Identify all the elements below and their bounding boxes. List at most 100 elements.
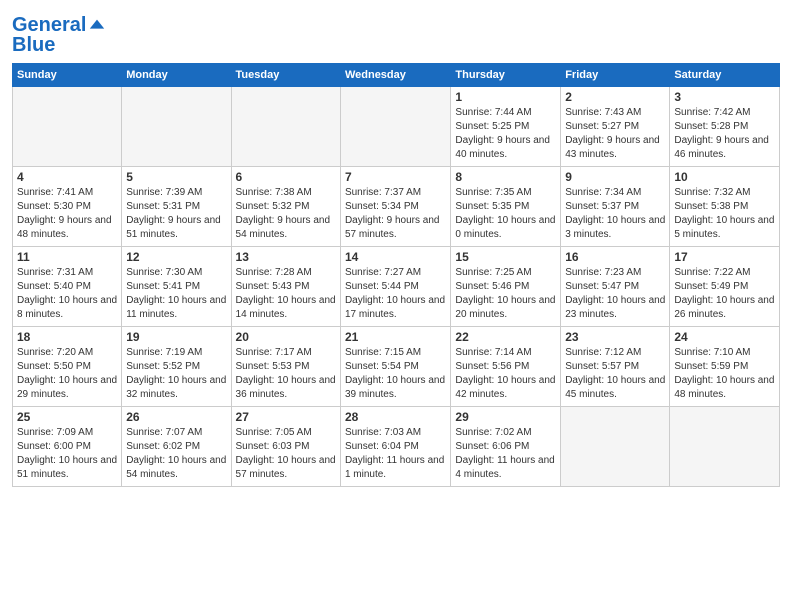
week-row-4: 18 Sunrise: 7:20 AM Sunset: 5:50 PM Dayli… (13, 327, 780, 407)
day-info: Sunrise: 7:41 AM Sunset: 5:30 PM Dayligh… (17, 186, 117, 242)
day-cell: 13 Sunrise: 7:28 AM Sunset: 5:43 PM Dayli… (231, 247, 340, 327)
day-number: 15 (455, 250, 556, 264)
day-info: Sunrise: 7:43 AM Sunset: 5:27 PM Dayligh… (565, 106, 665, 162)
day-cell: 12 Sunrise: 7:30 AM Sunset: 5:41 PM Dayli… (122, 247, 231, 327)
day-cell: 7Sunrise: 7:37 AM Sunset: 5:34 PM Daylig… (340, 167, 450, 247)
day-cell: 15 Sunrise: 7:25 AM Sunset: 5:46 PM Dayli… (451, 247, 561, 327)
day-number: 10 (674, 170, 775, 184)
day-number: 17 (674, 250, 775, 264)
day-info: Sunrise: 7:02 AM Sunset: 6:06 PM Dayligh… (455, 426, 556, 482)
day-info: Sunrise: 7:05 AM Sunset: 6:03 PM Dayligh… (236, 426, 336, 482)
day-info: Sunrise: 7:31 AM Sunset: 5:40 PM Dayligh… (17, 266, 117, 322)
logo-blue: Blue (12, 34, 106, 57)
weekdays-header: SundayMondayTuesdayWednesdayThursdayFrid… (13, 64, 780, 87)
day-cell: 23 Sunrise: 7:12 AM Sunset: 5:57 PM Dayli… (561, 327, 670, 407)
calendar-table: SundayMondayTuesdayWednesdayThursdayFrid… (12, 63, 780, 487)
day-cell (13, 87, 122, 167)
day-number: 2 (565, 90, 665, 104)
day-info: Sunrise: 7:25 AM Sunset: 5:46 PM Dayligh… (455, 266, 556, 322)
day-cell: 26Sunrise: 7:07 AM Sunset: 6:02 PM Dayli… (122, 407, 231, 487)
day-number: 16 (565, 250, 665, 264)
day-cell (561, 407, 670, 487)
day-cell: 2 Sunrise: 7:43 AM Sunset: 5:27 PM Daylig… (561, 87, 670, 167)
day-cell: 25Sunrise: 7:09 AM Sunset: 6:00 PM Dayli… (13, 407, 122, 487)
calendar-body: 1 Sunrise: 7:44 AM Sunset: 5:25 PM Daylig… (13, 87, 780, 487)
day-cell: 20 Sunrise: 7:17 AM Sunset: 5:53 PM Dayli… (231, 327, 340, 407)
day-cell: 6Sunrise: 7:38 AM Sunset: 5:32 PM Daylig… (231, 167, 340, 247)
day-info: Sunrise: 7:28 AM Sunset: 5:43 PM Dayligh… (236, 266, 336, 322)
day-info: Sunrise: 7:30 AM Sunset: 5:41 PM Dayligh… (126, 266, 226, 322)
day-cell: 21 Sunrise: 7:15 AM Sunset: 5:54 PM Dayli… (340, 327, 450, 407)
day-cell: 29Sunrise: 7:02 AM Sunset: 6:06 PM Dayli… (451, 407, 561, 487)
weekday-header-sunday: Sunday (13, 64, 122, 87)
day-number: 6 (236, 170, 336, 184)
day-info: Sunrise: 7:22 AM Sunset: 5:49 PM Dayligh… (674, 266, 775, 322)
weekday-header-thursday: Thursday (451, 64, 561, 87)
day-info: Sunrise: 7:44 AM Sunset: 5:25 PM Dayligh… (455, 106, 556, 162)
day-number: 5 (126, 170, 226, 184)
week-row-1: 1 Sunrise: 7:44 AM Sunset: 5:25 PM Daylig… (13, 87, 780, 167)
day-number: 20 (236, 330, 336, 344)
day-info: Sunrise: 7:35 AM Sunset: 5:35 PM Dayligh… (455, 186, 556, 242)
day-cell (340, 87, 450, 167)
day-cell: 4 Sunrise: 7:41 AM Sunset: 5:30 PM Daylig… (13, 167, 122, 247)
day-number: 28 (345, 410, 446, 424)
day-info: Sunrise: 7:27 AM Sunset: 5:44 PM Dayligh… (345, 266, 446, 322)
day-cell: 28 Sunrise: 7:03 AM Sunset: 6:04 PM Dayli… (340, 407, 450, 487)
day-info: Sunrise: 7:12 AM Sunset: 5:57 PM Dayligh… (565, 346, 665, 402)
day-number: 22 (455, 330, 556, 344)
day-cell (122, 87, 231, 167)
week-row-5: 25Sunrise: 7:09 AM Sunset: 6:00 PM Dayli… (13, 407, 780, 487)
day-cell (231, 87, 340, 167)
day-number: 13 (236, 250, 336, 264)
day-cell: 17 Sunrise: 7:22 AM Sunset: 5:49 PM Dayli… (670, 247, 780, 327)
day-cell: 3 Sunrise: 7:42 AM Sunset: 5:28 PM Daylig… (670, 87, 780, 167)
day-info: Sunrise: 7:34 AM Sunset: 5:37 PM Dayligh… (565, 186, 665, 242)
day-cell: 24 Sunrise: 7:10 AM Sunset: 5:59 PM Dayli… (670, 327, 780, 407)
day-info: Sunrise: 7:09 AM Sunset: 6:00 PM Dayligh… (17, 426, 117, 482)
day-number: 18 (17, 330, 117, 344)
weekday-header-wednesday: Wednesday (340, 64, 450, 87)
day-cell: 16Sunrise: 7:23 AM Sunset: 5:47 PM Dayli… (561, 247, 670, 327)
day-info: Sunrise: 7:15 AM Sunset: 5:54 PM Dayligh… (345, 346, 446, 402)
day-number: 23 (565, 330, 665, 344)
day-info: Sunrise: 7:39 AM Sunset: 5:31 PM Dayligh… (126, 186, 226, 242)
day-info: Sunrise: 7:42 AM Sunset: 5:28 PM Dayligh… (674, 106, 775, 162)
day-cell: 1 Sunrise: 7:44 AM Sunset: 5:25 PM Daylig… (451, 87, 561, 167)
day-info: Sunrise: 7:10 AM Sunset: 5:59 PM Dayligh… (674, 346, 775, 402)
logo-icon (88, 16, 106, 34)
day-cell: 8 Sunrise: 7:35 AM Sunset: 5:35 PM Daylig… (451, 167, 561, 247)
day-cell: 5 Sunrise: 7:39 AM Sunset: 5:31 PM Daylig… (122, 167, 231, 247)
calendar-container: General Blue SundayMondayTuesdayWednesda… (0, 0, 792, 497)
weekday-header-monday: Monday (122, 64, 231, 87)
day-cell: 22 Sunrise: 7:14 AM Sunset: 5:56 PM Dayli… (451, 327, 561, 407)
day-number: 21 (345, 330, 446, 344)
week-row-2: 4 Sunrise: 7:41 AM Sunset: 5:30 PM Daylig… (13, 167, 780, 247)
day-cell: 18 Sunrise: 7:20 AM Sunset: 5:50 PM Dayli… (13, 327, 122, 407)
day-info: Sunrise: 7:32 AM Sunset: 5:38 PM Dayligh… (674, 186, 775, 242)
day-cell: 9 Sunrise: 7:34 AM Sunset: 5:37 PM Daylig… (561, 167, 670, 247)
day-info: Sunrise: 7:07 AM Sunset: 6:02 PM Dayligh… (126, 426, 226, 482)
day-number: 24 (674, 330, 775, 344)
day-cell: 11 Sunrise: 7:31 AM Sunset: 5:40 PM Dayli… (13, 247, 122, 327)
logo: General Blue (12, 14, 106, 57)
day-number: 12 (126, 250, 226, 264)
day-number: 3 (674, 90, 775, 104)
day-info: Sunrise: 7:17 AM Sunset: 5:53 PM Dayligh… (236, 346, 336, 402)
day-info: Sunrise: 7:20 AM Sunset: 5:50 PM Dayligh… (17, 346, 117, 402)
day-info: Sunrise: 7:03 AM Sunset: 6:04 PM Dayligh… (345, 426, 446, 482)
day-number: 4 (17, 170, 117, 184)
day-cell: 14 Sunrise: 7:27 AM Sunset: 5:44 PM Dayli… (340, 247, 450, 327)
day-cell: 10 Sunrise: 7:32 AM Sunset: 5:38 PM Dayli… (670, 167, 780, 247)
day-number: 1 (455, 90, 556, 104)
weekday-header-tuesday: Tuesday (231, 64, 340, 87)
day-info: Sunrise: 7:14 AM Sunset: 5:56 PM Dayligh… (455, 346, 556, 402)
day-number: 11 (17, 250, 117, 264)
day-info: Sunrise: 7:37 AM Sunset: 5:34 PM Dayligh… (345, 186, 446, 242)
day-cell: 19Sunrise: 7:19 AM Sunset: 5:52 PM Dayli… (122, 327, 231, 407)
day-number: 8 (455, 170, 556, 184)
day-cell: 27Sunrise: 7:05 AM Sunset: 6:03 PM Dayli… (231, 407, 340, 487)
day-cell (670, 407, 780, 487)
day-number: 14 (345, 250, 446, 264)
day-number: 9 (565, 170, 665, 184)
